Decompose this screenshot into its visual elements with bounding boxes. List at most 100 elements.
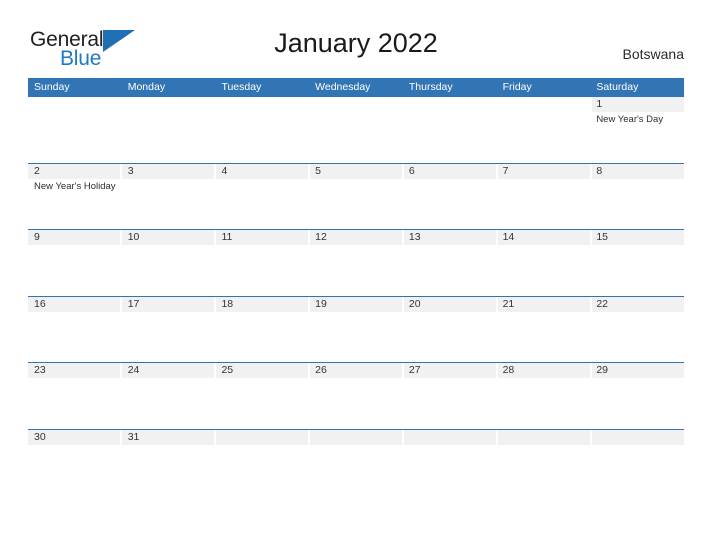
calendar-day-cell-empty xyxy=(309,430,403,459)
day-number: 10 xyxy=(127,231,140,243)
calendar-week-row: 2 New Year's Holiday 3 4 5 6 7 8 xyxy=(28,162,684,230)
calendar-day-cell-empty xyxy=(403,430,497,459)
calendar-day-cell[interactable]: 7 xyxy=(497,164,591,230)
calendar-day-cell[interactable]: 30 xyxy=(28,430,122,459)
day-number xyxy=(221,430,305,445)
calendar-day-cell[interactable]: 14 xyxy=(497,230,591,296)
day-number: 18 xyxy=(221,297,234,310)
day-number: 9 xyxy=(34,231,40,243)
calendar-day-cell[interactable]: 6 xyxy=(403,164,497,230)
calendar-day-cell[interactable]: 5 xyxy=(309,164,403,230)
day-number: 20 xyxy=(408,297,421,310)
day-number xyxy=(503,97,587,112)
country-label: Botswana xyxy=(622,46,684,62)
page-title: January 2022 xyxy=(274,28,438,58)
day-number: 13 xyxy=(408,231,421,243)
weekday-header-tuesday: Tuesday xyxy=(221,81,262,93)
calendar-week-row: 16 17 18 19 20 21 22 xyxy=(28,295,684,363)
calendar-day-cell[interactable]: 13 xyxy=(403,230,497,296)
calendar-day-cell[interactable]: 9 xyxy=(28,230,122,296)
day-number: 22 xyxy=(596,297,608,310)
calendar-day-cell-empty xyxy=(497,97,591,163)
weekday-header-monday: Monday xyxy=(127,81,166,93)
calendar-day-cell[interactable]: 2 New Year's Holiday xyxy=(28,164,122,230)
day-event-label: New Year's Holiday xyxy=(34,180,116,192)
day-number: 17 xyxy=(127,297,140,310)
day-number: 16 xyxy=(34,297,46,310)
calendar-day-cell[interactable]: 27 xyxy=(403,363,497,429)
day-number: 6 xyxy=(408,164,415,177)
calendar-day-cell[interactable]: 31 xyxy=(122,430,216,459)
week-day-cells: 30 31 xyxy=(28,430,684,459)
calendar-day-cell-empty xyxy=(215,97,309,163)
calendar-day-cell-empty xyxy=(497,430,591,459)
day-number xyxy=(315,97,399,112)
calendar-day-cell[interactable]: 16 xyxy=(28,297,122,363)
calendar-day-cell-empty xyxy=(403,97,497,163)
day-number: 1 xyxy=(596,98,603,110)
calendar-day-cell[interactable]: 21 xyxy=(497,297,591,363)
calendar-table: Sunday Monday Tuesday Wednesday Thursday… xyxy=(28,78,684,459)
calendar-day-cell[interactable]: 1 New Year's Day xyxy=(590,97,684,163)
calendar-day-cell[interactable]: 17 xyxy=(122,297,216,363)
week-day-cells: 23 24 25 26 27 28 29 xyxy=(28,363,684,429)
calendar-week-row: 1 New Year's Day xyxy=(28,96,684,163)
calendar-day-cell[interactable]: 20 xyxy=(403,297,497,363)
day-number: 28 xyxy=(502,364,515,376)
calendar-page: General Blue January 2022 Botswana Sunda… xyxy=(0,0,712,550)
day-number xyxy=(128,97,212,112)
calendar-day-cell[interactable]: 25 xyxy=(215,363,309,429)
week-day-cells: 1 New Year's Day xyxy=(28,97,684,163)
day-number: 15 xyxy=(596,231,608,243)
day-number xyxy=(409,430,493,445)
calendar-day-cell-empty xyxy=(28,97,122,163)
day-number: 27 xyxy=(408,364,421,376)
weekday-header-saturday: Saturday xyxy=(596,81,639,93)
day-number: 12 xyxy=(315,231,327,243)
calendar-day-cell[interactable]: 22 xyxy=(590,297,684,363)
calendar-week-row: 23 24 25 26 27 28 29 xyxy=(28,362,684,429)
calendar-day-cell-empty xyxy=(309,97,403,163)
calendar-day-cell[interactable]: 12 xyxy=(309,230,403,296)
day-number: 19 xyxy=(315,297,327,310)
day-number: 11 xyxy=(221,231,233,243)
calendar-day-cell[interactable]: 15 xyxy=(590,230,684,296)
calendar-day-cell-empty xyxy=(122,97,216,163)
calendar-day-cell[interactable]: 8 xyxy=(590,164,684,230)
day-number: 30 xyxy=(34,430,46,443)
day-number xyxy=(503,430,587,445)
week-day-cells: 16 17 18 19 20 21 22 xyxy=(28,297,684,363)
calendar-day-cell[interactable]: 28 xyxy=(497,363,591,429)
calendar-day-cell[interactable]: 3 xyxy=(122,164,216,230)
calendar-day-cell[interactable]: 4 xyxy=(215,164,309,230)
day-number: 25 xyxy=(221,364,234,376)
calendar-weeks: 1 New Year's Day 2 New Year's Holiday 3 4 5 6 7 8… xyxy=(28,96,684,459)
weekday-header-row: Sunday Monday Tuesday Wednesday Thursday… xyxy=(28,78,684,96)
calendar-day-cell[interactable]: 26 xyxy=(309,363,403,429)
day-number xyxy=(315,430,399,445)
weekday-header-wednesday: Wednesday xyxy=(315,81,371,93)
day-number xyxy=(34,97,118,112)
day-number: 14 xyxy=(502,231,515,243)
calendar-day-cell[interactable]: 18 xyxy=(215,297,309,363)
calendar-week-row: 9 10 11 12 13 14 15 xyxy=(28,229,684,296)
day-number: 2 xyxy=(34,164,40,177)
calendar-day-cell-empty xyxy=(215,430,309,459)
day-number: 31 xyxy=(127,430,140,443)
day-number: 5 xyxy=(315,164,321,177)
weekday-header-friday: Friday xyxy=(502,81,532,93)
calendar-day-cell[interactable]: 11 xyxy=(215,230,309,296)
calendar-day-cell[interactable]: 24 xyxy=(122,363,216,429)
day-number: 24 xyxy=(127,364,140,376)
calendar-day-cell[interactable]: 23 xyxy=(28,363,122,429)
calendar-day-cell[interactable]: 19 xyxy=(309,297,403,363)
day-number: 26 xyxy=(315,364,327,376)
day-event-label: New Year's Day xyxy=(596,114,664,125)
week-day-cells: 9 10 11 12 13 14 15 xyxy=(28,230,684,296)
calendar-day-cell-empty xyxy=(590,430,684,459)
day-number: 8 xyxy=(596,164,603,177)
day-number: 7 xyxy=(502,164,509,177)
day-number: 23 xyxy=(34,364,46,376)
calendar-day-cell[interactable]: 10 xyxy=(122,230,216,296)
calendar-day-cell[interactable]: 29 xyxy=(590,363,684,429)
